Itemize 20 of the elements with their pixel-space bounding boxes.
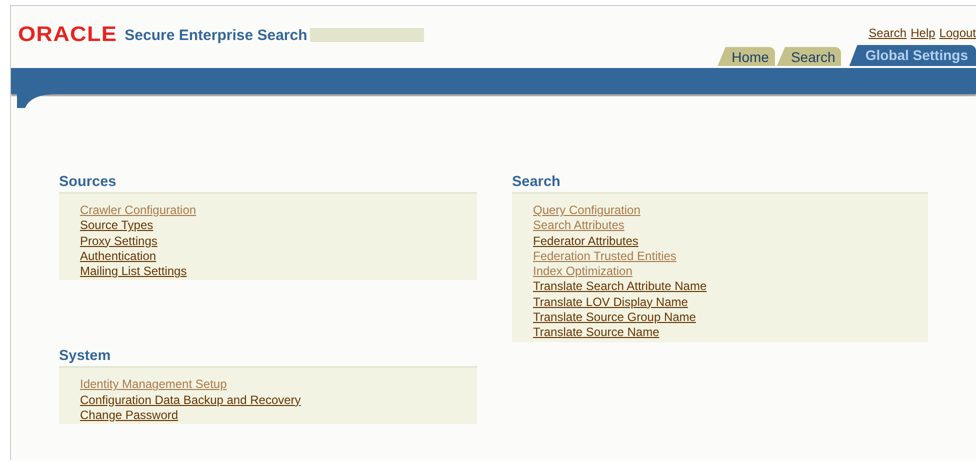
nav-tab[interactable]: Search [776, 47, 842, 66]
settings-link[interactable]: Translate LOV Display Name [533, 294, 688, 310]
settings-link[interactable]: Configuration Data Backup and Recovery [80, 392, 301, 408]
oracle-logo: ORACLE [18, 23, 117, 47]
settings-link[interactable]: Translate Search Attribute Name [533, 279, 707, 295]
settings-link[interactable]: Translate Source Group Name [533, 310, 696, 326]
global-link[interactable]: Logout [939, 26, 976, 40]
settings-link[interactable]: Authentication [80, 248, 156, 264]
settings-link[interactable]: Translate Source Name [533, 325, 660, 341]
settings-link[interactable]: Proxy Settings [80, 234, 158, 249]
settings-link[interactable]: Mailing List Settings [80, 264, 187, 280]
global-link[interactable]: Help [910, 26, 936, 40]
product-title: Secure Enterprise Search [124, 26, 308, 44]
nav-tab[interactable]: Global Settings [849, 45, 976, 66]
settings-link[interactable]: Source Types [80, 218, 154, 234]
settings-link[interactable]: Federator Attributes [533, 234, 638, 249]
global-link[interactable]: Search [868, 26, 907, 40]
settings-link[interactable]: Change Password [80, 408, 178, 424]
nav-tab[interactable]: Home [718, 47, 775, 66]
decorative-lines-icon [310, 28, 424, 42]
